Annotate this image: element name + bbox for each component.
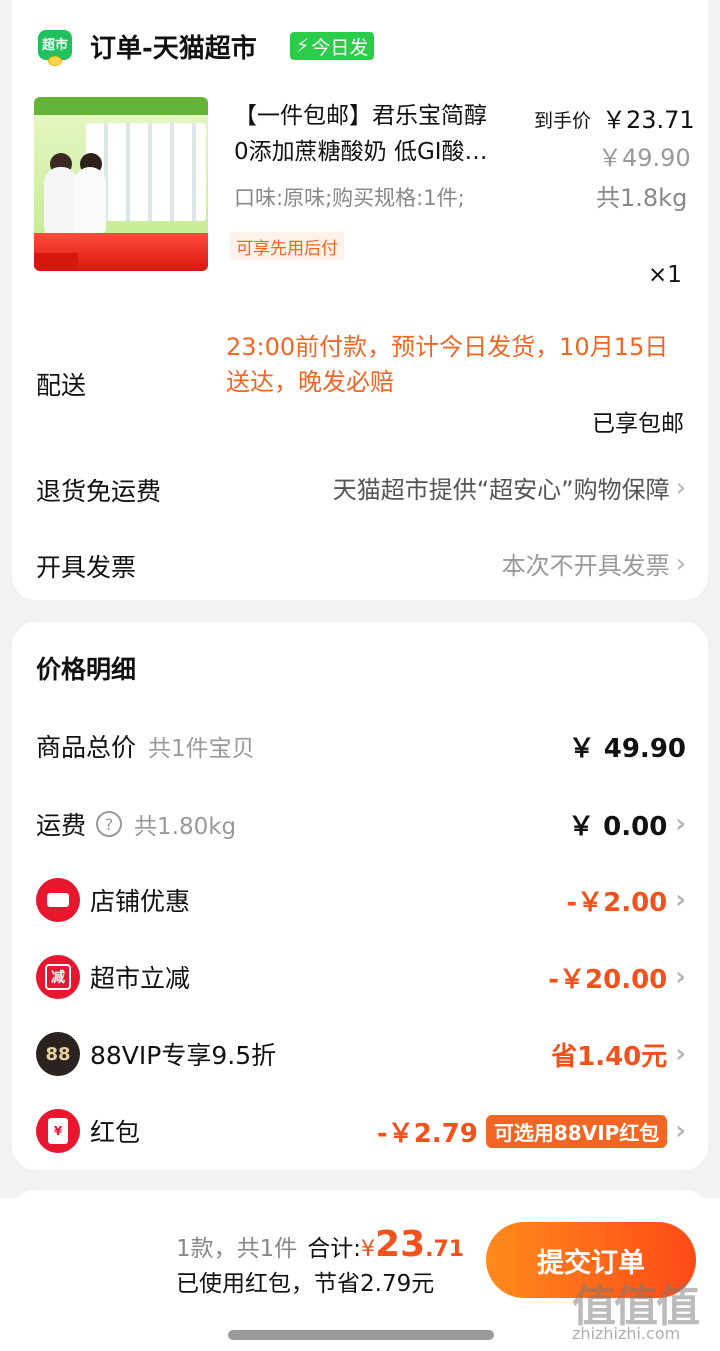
shipping-fee-value: ￥ 0.00	[568, 811, 668, 842]
return-shipping-label: 退货免运费	[36, 477, 162, 506]
savings-text: 已使用红包，节省2.79元	[176, 1271, 435, 1297]
product-weight: 共1.8kg	[596, 184, 688, 212]
total-integer: 23	[375, 1224, 426, 1265]
original-price: ￥49.90	[598, 144, 691, 172]
chevron-right-icon: ›	[675, 962, 686, 992]
final-price-label: 到手价	[534, 110, 592, 132]
vip-discount-row[interactable]: 88 88VIP专享9.5折 省1.40元 ›	[36, 1032, 686, 1076]
help-icon[interactable]: ?	[96, 811, 123, 837]
shop-discount-value: -￥2.00	[566, 887, 668, 918]
product-quantity: ×1	[648, 262, 682, 288]
market-discount-row[interactable]: 减 超市立减 -￥20.00 ›	[36, 955, 686, 999]
product-spec: 口味:原味;购买规格:1件;	[234, 186, 465, 210]
market-discount-value: -￥20.00	[548, 964, 668, 995]
invoice-row[interactable]: 本次不开具发票 ›	[502, 546, 686, 581]
red-packet-icon: ¥	[36, 1109, 80, 1153]
goods-total-count: 共1件宝贝	[148, 736, 255, 762]
vip-discount-value: 省1.40元	[551, 1041, 668, 1072]
goods-total-value: ￥ 49.90	[568, 733, 686, 764]
watermark-url: zhizhizhi.com	[572, 1324, 681, 1343]
chevron-right-icon: ›	[675, 472, 686, 503]
return-shipping-value: 天猫超市提供“超安心”购物保障	[332, 476, 670, 504]
shipping-fee-row[interactable]: 运费 ? 共1.80kg ￥ 0.00 ›	[36, 804, 686, 844]
red-packet-label: 红包	[90, 1118, 141, 1147]
invoice-label: 开具发票	[36, 553, 137, 582]
product-title-line2: 0添加蔗糖酸奶 低GI酸…	[234, 139, 488, 165]
shop-discount-row[interactable]: 店铺优惠 -￥2.00 ›	[36, 878, 686, 922]
tmall-supermarket-logo-icon: 超市	[38, 30, 72, 66]
pay-later-tag: 可享先用后付	[230, 232, 344, 260]
goods-total-label: 商品总价	[36, 733, 137, 762]
chevron-right-icon: ›	[675, 885, 686, 915]
chevron-right-icon: ›	[675, 1039, 686, 1069]
shipping-weight: 共1.80kg	[134, 814, 237, 840]
total-currency: ¥	[361, 1237, 376, 1262]
goods-total-row: 商品总价 共1件宝贝 ￥ 49.90	[36, 726, 686, 766]
total-label: 合计:	[307, 1236, 362, 1262]
order-card	[12, 0, 708, 600]
shipping-fee-label: 运费	[36, 811, 87, 840]
chevron-right-icon: ›	[675, 548, 686, 579]
lightning-icon: ⚡	[296, 35, 310, 57]
free-shipping-status: 已享包邮	[592, 411, 684, 437]
ticket-icon	[36, 878, 80, 922]
product-title-line1: 【一件包邮】君乐宝简醇	[234, 103, 487, 129]
vip-88-icon: 88	[36, 1032, 80, 1076]
final-price: ￥23.71	[602, 106, 695, 134]
price-detail-title: 价格明细	[36, 655, 137, 684]
red-packet-row[interactable]: ¥ 红包 -￥2.79 可选用88VIP红包 ›	[36, 1109, 686, 1153]
shop-name: 订单-天猫超市	[90, 34, 257, 64]
market-discount-label: 超市立减	[90, 964, 191, 993]
ship-today-badge: ⚡ 今日发	[290, 32, 375, 60]
product-title[interactable]: 【一件包邮】君乐宝简醇 0添加蔗糖酸奶 低GI酸…	[234, 98, 528, 170]
chevron-right-icon: ›	[675, 809, 686, 839]
shop-discount-label: 店铺优惠	[90, 887, 191, 916]
order-summary: 1款，共1件 合计: ¥ 23 .71	[176, 1224, 464, 1265]
product-thumbnail[interactable]	[34, 97, 208, 271]
ship-today-label: 今日发	[311, 36, 369, 59]
vip-red-packet-badge[interactable]: 可选用88VIP红包	[485, 1114, 668, 1148]
total-decimal: .71	[425, 1237, 465, 1262]
vip-discount-label: 88VIP专享9.5折	[90, 1041, 277, 1070]
delivery-estimate: 23:00前付款，预计今日发货，10月15日送达，晚发必赔	[226, 333, 669, 396]
home-indicator[interactable]	[228, 1330, 494, 1340]
invoice-value: 本次不开具发票	[501, 552, 670, 580]
red-packet-value: -￥2.79	[376, 1118, 478, 1149]
return-shipping-row[interactable]: 天猫超市提供“超安心”购物保障 ›	[333, 470, 686, 505]
item-count: 1款，共1件	[176, 1236, 298, 1262]
delivery-label: 配送	[36, 371, 87, 400]
chevron-right-icon: ›	[675, 1116, 686, 1146]
discount-icon: 减	[36, 955, 80, 999]
